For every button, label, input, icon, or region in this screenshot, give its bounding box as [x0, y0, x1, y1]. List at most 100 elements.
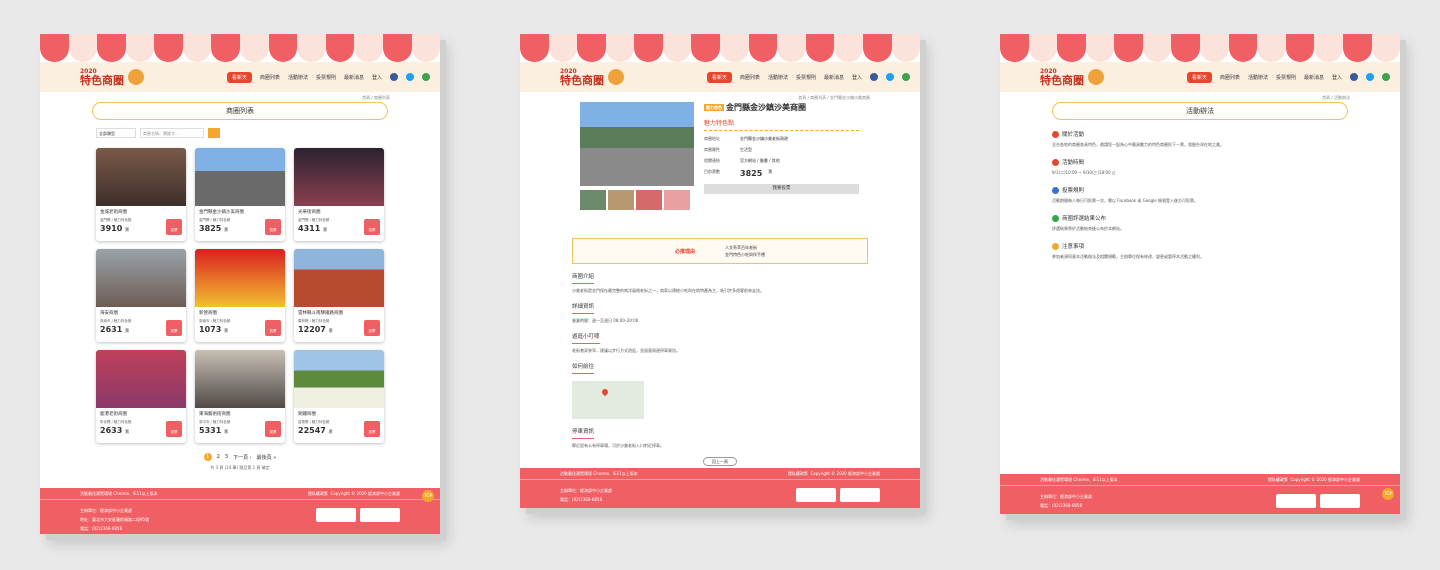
- twitter-icon[interactable]: [886, 73, 894, 81]
- section-heading: 注意事項: [1052, 242, 1348, 250]
- section-tips: 遊逛小叮嚀 老街巷弄狹窄，建議以步行方式遊逛，並留意周邊停車資訊。: [572, 334, 680, 353]
- nav-item-vote-rules[interactable]: 投票規則: [316, 74, 336, 81]
- must-item: 金門特色小吃與伴手禮: [725, 252, 765, 257]
- page-1[interactable]: 1: [203, 453, 212, 461]
- copyright: Copyright © 2020 經濟部中小企業處: [1290, 476, 1360, 482]
- shop-card[interactable]: 光華街商圈 金門縣 / 魅力特色獎 4311 票投票: [294, 148, 384, 241]
- section-text: 活動期間每人每日可投票一次，需以 Facebook 或 Google 帳號登入後…: [1052, 198, 1198, 203]
- privacy-link[interactable]: 隱私權政策: [788, 471, 808, 477]
- site-footer: 活動最佳瀏覽環境 Chrome、IE11以上版本 隱私權政策 Copyright …: [520, 468, 920, 508]
- nav-item-login[interactable]: 登入: [1332, 74, 1342, 81]
- vote-unit: 票: [768, 169, 773, 174]
- type-select[interactable]: 全部類型: [96, 128, 136, 138]
- main-nav: 看新天 商圈列表 活動辦法 投票規則 最新消息 登入: [1186, 71, 1390, 83]
- nav-item-news[interactable]: 最新消息: [824, 74, 844, 81]
- sponsor-logo: [840, 488, 880, 502]
- warning-icon: [1052, 242, 1059, 250]
- filter-bar: 全部類型 商圈名稱、關鍵字...: [96, 128, 440, 138]
- thumb[interactable]: [636, 190, 662, 210]
- shop-card[interactable]: 銅鑼商圈 苗栗縣 / 魅力特色獎 22547 票投票: [294, 350, 384, 443]
- charm-heading: 魅力特色點: [704, 118, 859, 131]
- nav-item-list[interactable]: 商圈列表: [1220, 74, 1240, 81]
- page-3[interactable]: 3: [225, 454, 228, 460]
- vote-button[interactable]: 投票: [364, 320, 380, 336]
- facebook-icon[interactable]: [390, 73, 398, 81]
- nav-item-news[interactable]: 最新消息: [344, 74, 364, 81]
- vote-button[interactable]: 投票: [364, 219, 380, 235]
- shop-card[interactable]: 鹿港老街商圈 彰化縣 / 魅力特色獎 2633 票投票: [96, 350, 186, 443]
- nav-item-rules[interactable]: 活動辦法: [288, 74, 308, 81]
- thumb[interactable]: [608, 190, 634, 210]
- section-heading: 活動時間: [1052, 158, 1348, 166]
- site-logo[interactable]: 2020 特色商圈: [1040, 68, 1084, 86]
- site-logo[interactable]: 2020 特色商圈: [80, 68, 124, 86]
- privacy-link[interactable]: 隱私權政策: [308, 491, 328, 497]
- thumb[interactable]: [580, 190, 606, 210]
- vote-button[interactable]: 投票: [364, 421, 380, 437]
- site-logo[interactable]: 2020 特色商圈: [560, 68, 604, 86]
- nav-item-rules[interactable]: 活動辦法: [1248, 74, 1268, 81]
- footer-phone: 電話：(02)2368-6858: [80, 526, 123, 531]
- nav-item-list[interactable]: 商圈列表: [260, 74, 280, 81]
- nav-item-login[interactable]: 登入: [372, 74, 382, 81]
- vote-button[interactable]: 投票: [265, 219, 281, 235]
- info-links[interactable]: 官方網站 / 臉書 / 其他: [740, 158, 780, 164]
- shop-title: 金門縣金沙鎮沙美商圈: [726, 103, 806, 112]
- thumb[interactable]: [664, 190, 690, 210]
- shop-card[interactable]: 金門縣金沙鎮沙美商圈 金門縣 / 魅力特色獎 3825 票投票: [195, 148, 285, 241]
- nav-feature-button[interactable]: 看新天: [706, 71, 732, 83]
- site-header: 2020 特色商圈 看新天 商圈列表 活動辦法 投票規則 最新消息 登入: [40, 62, 440, 92]
- location-map[interactable]: [572, 381, 644, 419]
- shop-card[interactable]: 新營商圈 臺南市 / 魅力特色獎 1073 票投票: [195, 249, 285, 342]
- line-icon[interactable]: [1382, 73, 1390, 81]
- back-to-top-button[interactable]: TOP: [422, 490, 434, 502]
- section-heading: 投票規則: [1052, 186, 1348, 194]
- breadcrumb: 首頁 / 商圈列表: [362, 95, 390, 100]
- awning: [40, 34, 440, 62]
- section-intro: 商圈介紹 沙美老街是金門保存最完整的南洋風格老街之一，商家以傳統小吃與在地特產為主…: [572, 274, 764, 293]
- vote-button[interactable]: 投票: [265, 320, 281, 336]
- section-heading: 商圈評選結果公布: [1052, 214, 1348, 222]
- shop-card[interactable]: 海安商圈 臺南市 / 魅力特色獎 2631 票投票: [96, 249, 186, 342]
- shop-card[interactable]: 雲林縣斗南驛鐵路商圈 雲林縣 / 魅力特色獎 12207 票投票: [294, 249, 384, 342]
- nav-item-list[interactable]: 商圈列表: [740, 74, 760, 81]
- line-icon[interactable]: [422, 73, 430, 81]
- twitter-icon[interactable]: [406, 73, 414, 81]
- next-page[interactable]: 下一頁 ›: [233, 454, 252, 461]
- vote-button[interactable]: 投票: [166, 320, 182, 336]
- vote-button[interactable]: 投票: [265, 421, 281, 437]
- back-to-top-button[interactable]: TOP: [1382, 488, 1394, 500]
- awning: [1000, 34, 1400, 62]
- nav-item-vote-rules[interactable]: 投票規則: [796, 74, 816, 81]
- section-text: 9/1(二)10:00 ~ 9/30(三)18:00 止: [1052, 170, 1116, 175]
- search-button[interactable]: [208, 128, 220, 138]
- info-value: 生活型: [740, 147, 752, 152]
- facebook-icon[interactable]: [870, 73, 878, 81]
- sponsor-logo: [1276, 494, 1316, 508]
- vote-button[interactable]: 投票: [166, 219, 182, 235]
- last-page[interactable]: 最後頁 »: [257, 454, 277, 461]
- shop-card[interactable]: 東海藝術街商圈 臺中市 / 魅力特色獎 5331 票投票: [195, 350, 285, 443]
- ballot-icon: [1052, 186, 1059, 194]
- shop-card[interactable]: 金城老街商圈 金門縣 / 魅力特色獎 3910 票投票: [96, 148, 186, 241]
- nav-feature-button[interactable]: 看新天: [226, 71, 252, 83]
- line-icon[interactable]: [902, 73, 910, 81]
- nav-item-vote-rules[interactable]: 投票規則: [1276, 74, 1296, 81]
- search-input[interactable]: 商圈名稱、關鍵字...: [140, 128, 204, 138]
- privacy-link[interactable]: 隱私權政策: [1268, 477, 1288, 483]
- page-info: 共 3 頁 (24 筆) 跳至第 1 頁 確定: [210, 465, 270, 470]
- page-2[interactable]: 2: [217, 454, 220, 460]
- nav-item-news[interactable]: 最新消息: [1304, 74, 1324, 81]
- vote-button[interactable]: 投票: [166, 421, 182, 437]
- nav-feature-button[interactable]: 看新天: [1186, 71, 1212, 83]
- facebook-icon[interactable]: [1350, 73, 1358, 81]
- twitter-icon[interactable]: [1366, 73, 1374, 81]
- nav-item-login[interactable]: 登入: [852, 74, 862, 81]
- section-text: 參加者須同意本活動辦法及相關規範，主辦單位保有修改、變更或暫停本活動之權利。: [1052, 254, 1204, 259]
- nav-item-rules[interactable]: 活動辦法: [768, 74, 788, 81]
- back-button[interactable]: 回上一頁: [703, 457, 737, 466]
- page-title: 活動辦法: [1052, 102, 1348, 120]
- must-item: 人文薈萃百年老街: [725, 245, 757, 250]
- mascot-icon: [1088, 69, 1104, 85]
- vote-button[interactable]: 我要投票: [704, 184, 859, 194]
